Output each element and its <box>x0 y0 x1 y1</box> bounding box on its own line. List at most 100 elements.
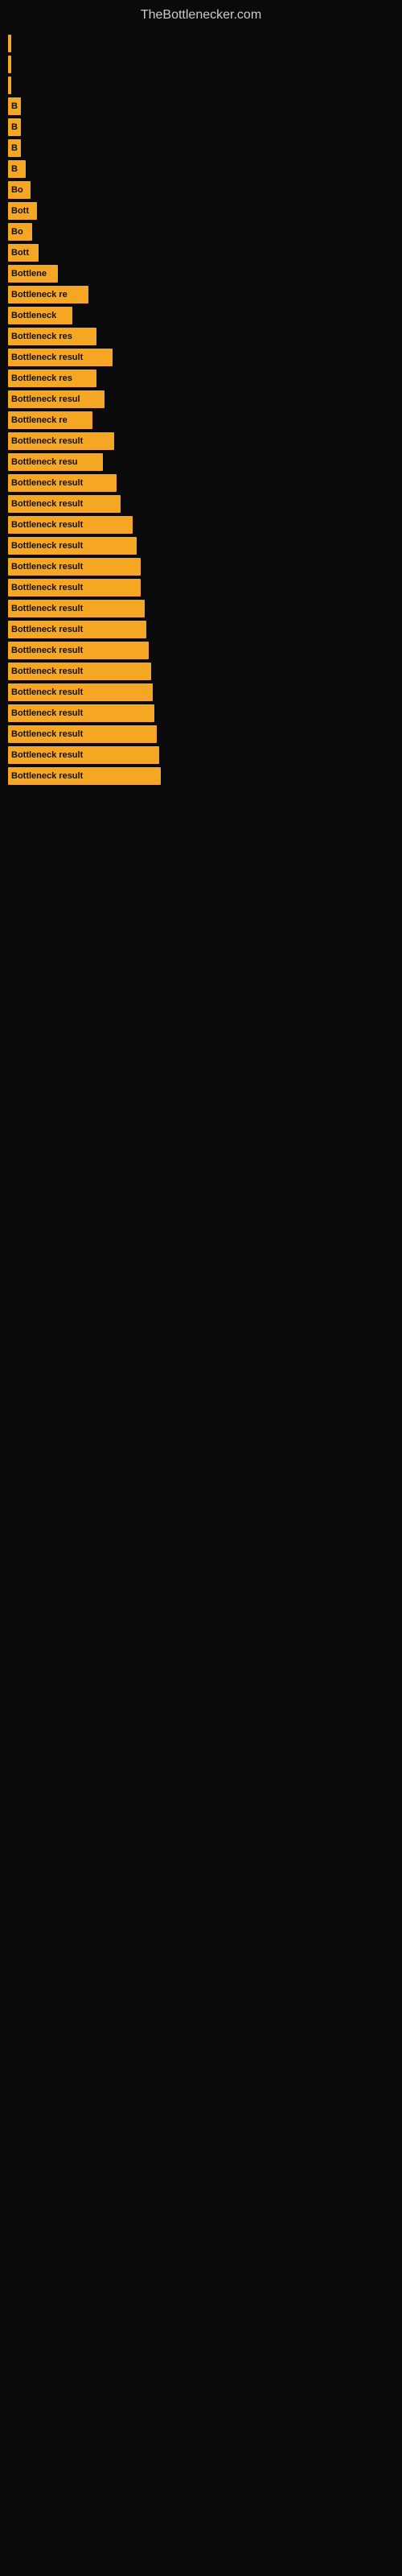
bar-label: Bottleneck result <box>11 541 83 551</box>
bar-label: Bottleneck result <box>11 604 83 613</box>
bar-item: Bottleneck result <box>8 474 117 492</box>
bar-label: Bottleneck re <box>11 290 68 299</box>
bar-item <box>8 35 11 52</box>
bars-container: B B B B Bo Bott Bo Bott Bottlene Bottleneck re Bot… <box>0 27 402 796</box>
bar-label: Bottleneck result <box>11 646 83 655</box>
bar-item: Bottleneck result <box>8 432 114 450</box>
bar-item: Bottleneck resul <box>8 390 105 408</box>
bar-row: Bottleneck resul <box>8 390 402 408</box>
bar-label: Bottleneck result <box>11 478 83 488</box>
bar-label: Bo <box>11 185 23 195</box>
bar-label: Bottleneck result <box>11 520 83 530</box>
bar-row: Bottleneck result <box>8 516 402 534</box>
bar-row: Bottleneck result <box>8 349 402 366</box>
bar-row: Bottleneck resu <box>8 453 402 471</box>
bar-item: Bottleneck result <box>8 642 149 659</box>
bar-row: Bottleneck result <box>8 579 402 597</box>
bar-item: Bottleneck result <box>8 600 145 617</box>
site-title: TheBottlenecker.com <box>0 0 402 27</box>
bar-label: Bott <box>11 206 29 216</box>
bar-item: Bottleneck result <box>8 621 146 638</box>
bar-row: Bo <box>8 181 402 199</box>
bar-row: Bottleneck <box>8 307 402 324</box>
bar-row: B <box>8 139 402 157</box>
bar-item: Bottleneck result <box>8 516 133 534</box>
bar-row: Bottleneck result <box>8 683 402 701</box>
bar-item: B <box>8 160 26 178</box>
bar-row: Bottleneck result <box>8 495 402 513</box>
bar-row <box>8 56 402 73</box>
bar-item: Bottleneck result <box>8 746 159 764</box>
bar-label: Bottleneck result <box>11 708 83 718</box>
bar-label: Bottleneck result <box>11 436 83 446</box>
bar-item: Bottleneck result <box>8 725 157 743</box>
bar-label: B <box>11 122 18 132</box>
bar-label: B <box>11 101 18 111</box>
bar-item: Bottleneck resu <box>8 453 103 471</box>
bar-item: Bottleneck result <box>8 704 154 722</box>
bar-row: Bottleneck result <box>8 725 402 743</box>
bar-item: Bott <box>8 202 37 220</box>
bar-label: Bottleneck <box>11 311 56 320</box>
bar-row: Bottleneck result <box>8 537 402 555</box>
bar-item: Bottleneck res <box>8 369 96 387</box>
bar-item: B <box>8 118 21 136</box>
bar-item: Bottlene <box>8 265 58 283</box>
bar-row: Bottleneck result <box>8 642 402 659</box>
bar-item: Bottleneck result <box>8 558 141 576</box>
bar-label: Bottlene <box>11 269 47 279</box>
bar-row: Bottleneck res <box>8 328 402 345</box>
bar-item: Bottleneck result <box>8 495 121 513</box>
bar-row: Bott <box>8 244 402 262</box>
bar-label: Bottleneck resul <box>11 394 80 404</box>
bar-row: B <box>8 97 402 115</box>
bar-row: Bottleneck result <box>8 704 402 722</box>
bar-label: Bottleneck result <box>11 625 83 634</box>
bar-label: Bott <box>11 248 29 258</box>
bar-row: Bottleneck res <box>8 369 402 387</box>
bar-label: B <box>11 143 18 153</box>
bar-row: Bottleneck re <box>8 286 402 303</box>
bar-row: Bottleneck result <box>8 746 402 764</box>
bar-item: Bottleneck result <box>8 537 137 555</box>
bar-item: Bottleneck result <box>8 579 141 597</box>
bar-row: B <box>8 118 402 136</box>
bar-row <box>8 76 402 94</box>
bar-item: B <box>8 97 21 115</box>
bar-item: Bo <box>8 223 32 241</box>
bar-item: Bottleneck res <box>8 328 96 345</box>
bar-row: Bo <box>8 223 402 241</box>
bar-label: Bottleneck result <box>11 583 83 592</box>
bar-row: Bottleneck result <box>8 663 402 680</box>
bar-label: Bottleneck res <box>11 332 72 341</box>
bar-row: Bottleneck result <box>8 621 402 638</box>
bar-row: Bottleneck result <box>8 432 402 450</box>
bar-item: B <box>8 139 21 157</box>
bar-item: Bottleneck result <box>8 663 151 680</box>
bar-label: Bottleneck resu <box>11 457 78 467</box>
bar-label: Bottleneck re <box>11 415 68 425</box>
bar-label: Bottleneck result <box>11 499 83 509</box>
bar-row: Bottleneck re <box>8 411 402 429</box>
bar-label: Bo <box>11 227 23 237</box>
bar-item: Bottleneck result <box>8 767 161 785</box>
bar-item <box>8 56 11 73</box>
bar-label: Bottleneck result <box>11 750 83 760</box>
bar-row <box>8 35 402 52</box>
bar-item: Bott <box>8 244 39 262</box>
bar-label: Bottleneck res <box>11 374 72 383</box>
bar-label: Bottleneck result <box>11 729 83 739</box>
bar-item: Bottleneck re <box>8 286 88 303</box>
bar-item <box>8 76 11 94</box>
bar-label: Bottleneck result <box>11 667 83 676</box>
bar-row: B <box>8 160 402 178</box>
bar-row: Bottleneck result <box>8 767 402 785</box>
bar-label: Bottleneck result <box>11 562 83 572</box>
bar-item: Bottleneck result <box>8 349 113 366</box>
bar-label: Bottleneck result <box>11 771 83 781</box>
bar-row: Bottleneck result <box>8 600 402 617</box>
bar-item: Bottleneck re <box>8 411 92 429</box>
bar-item: Bo <box>8 181 31 199</box>
bar-label: B <box>11 164 18 174</box>
bar-row: Bottlene <box>8 265 402 283</box>
